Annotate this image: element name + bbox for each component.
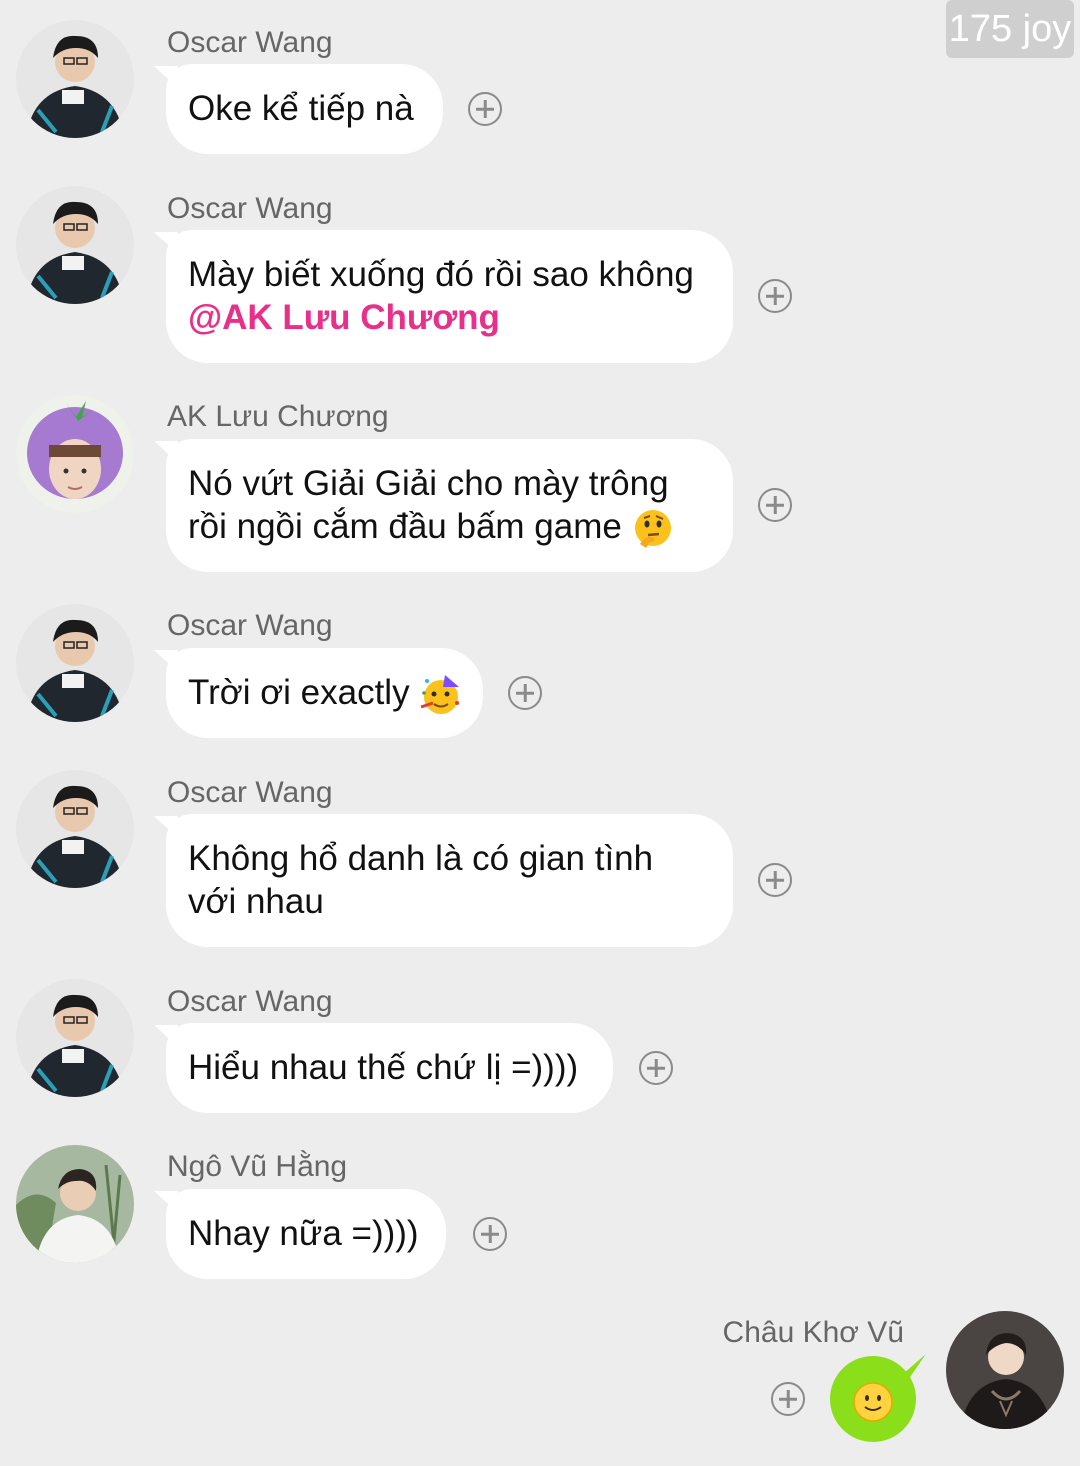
message-text: Hiểu nhau thế chứ lị =)))) bbox=[188, 1048, 579, 1087]
avatar-ngo-vu-hang[interactable] bbox=[16, 1145, 134, 1263]
avatar-oscar-wang[interactable] bbox=[16, 186, 134, 304]
avatar-oscar-wang[interactable] bbox=[16, 979, 134, 1097]
avatar-oscar-wang[interactable] bbox=[16, 604, 134, 722]
sender-name: Oscar Wang bbox=[167, 192, 333, 225]
message-text-line-2: với nhau bbox=[188, 882, 324, 921]
message-bubble[interactable]: Mày biết xuống đó rồi sao không @AK Lưu … bbox=[166, 230, 733, 363]
add-reaction-icon[interactable] bbox=[771, 1382, 805, 1416]
avatar-oscar-wang[interactable] bbox=[16, 770, 134, 888]
add-reaction-icon[interactable] bbox=[758, 863, 792, 897]
message-text-line-1: Nó vứt Giải Giải cho mày trông bbox=[188, 464, 669, 503]
add-reaction-icon[interactable] bbox=[468, 92, 502, 126]
message-text-line-1: Không hổ danh là có gian tình bbox=[188, 839, 654, 878]
partying-face-emoji bbox=[420, 674, 460, 714]
smiling-face-sticker bbox=[853, 1382, 893, 1422]
avatar-ak-luu-chuong[interactable] bbox=[16, 395, 134, 513]
message-bubble[interactable]: Oke kể tiếp nà bbox=[166, 64, 443, 154]
message-text: Nhay nữa =)))) bbox=[188, 1214, 419, 1253]
add-reaction-icon[interactable] bbox=[473, 1217, 507, 1251]
avatar-chau-kho-vu[interactable] bbox=[946, 1311, 1064, 1429]
message-text: Oke kể tiếp nà bbox=[188, 89, 414, 128]
sender-name: Châu Khơ Vũ bbox=[722, 1316, 904, 1349]
sender-name: Oscar Wang bbox=[167, 609, 333, 642]
avatar-oscar-wang[interactable] bbox=[16, 20, 134, 138]
watermark-label: 175 joy bbox=[946, 0, 1074, 58]
thinking-face-emoji bbox=[634, 509, 671, 548]
sender-name: Oscar Wang bbox=[167, 776, 333, 809]
sender-name: Oscar Wang bbox=[167, 985, 333, 1018]
message-bubble[interactable]: Trời ơi exactly bbox=[166, 648, 483, 738]
mention-link[interactable]: @AK Lưu Chương bbox=[188, 296, 711, 339]
message-bubble[interactable]: Nó vứt Giải Giải cho mày trông rồi ngồi … bbox=[166, 439, 733, 572]
message-text: Mày biết xuống đó rồi sao không bbox=[188, 255, 694, 294]
add-reaction-icon[interactable] bbox=[639, 1051, 673, 1085]
add-reaction-icon[interactable] bbox=[508, 676, 542, 710]
message-text: Trời ơi exactly bbox=[188, 673, 410, 712]
add-reaction-icon[interactable] bbox=[758, 488, 792, 522]
message-bubble[interactable]: Hiểu nhau thế chứ lị =)))) bbox=[166, 1023, 613, 1113]
add-reaction-icon[interactable] bbox=[758, 279, 792, 313]
sender-name: Ngô Vũ Hằng bbox=[167, 1150, 348, 1183]
message-bubble[interactable]: Không hổ danh là có gian tình với nhau bbox=[166, 814, 733, 947]
message-bubble[interactable]: Nhay nữa =)))) bbox=[166, 1189, 446, 1279]
sender-name: AK Lưu Chương bbox=[167, 400, 389, 433]
sticker-bubble[interactable] bbox=[830, 1356, 916, 1442]
sender-name: Oscar Wang bbox=[167, 26, 333, 59]
message-text-line-2: rồi ngồi cắm đầu bấm game bbox=[188, 507, 622, 546]
